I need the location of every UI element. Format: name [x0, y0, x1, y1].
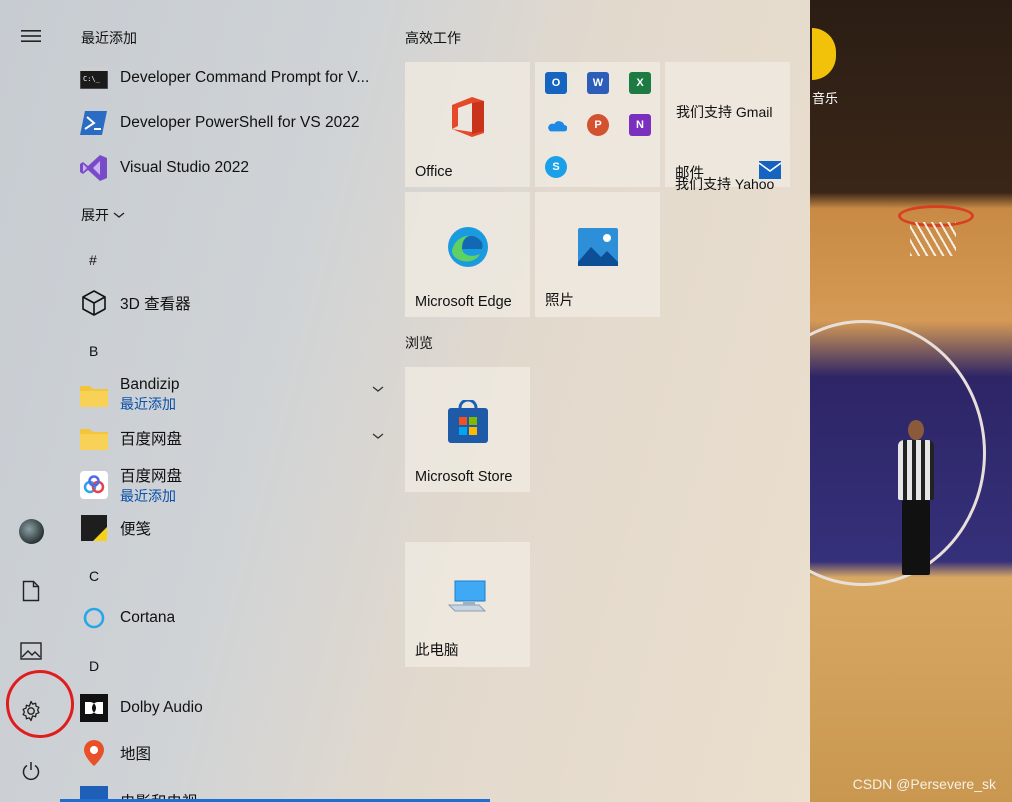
letter-header-d[interactable]: D: [89, 658, 99, 674]
onenote-icon: N: [629, 114, 651, 136]
pictures-button[interactable]: [14, 634, 48, 668]
app-item-dolby-audio[interactable]: Dolby Audio: [80, 690, 390, 726]
app-item-visual-studio[interactable]: Visual Studio 2022: [80, 150, 390, 186]
app-item-sticky-notes[interactable]: 便笺: [80, 510, 390, 546]
recent-tag: 最近添加: [120, 396, 176, 412]
expand-label: 展开: [81, 207, 109, 223]
cube-icon: [80, 289, 108, 317]
tile-label: Office: [415, 164, 453, 180]
app-item-dev-cmd[interactable]: C:\_ Developer Command Prompt for V...: [80, 60, 390, 96]
app-name: Bandizip: [120, 376, 180, 393]
csdn-watermark: CSDN @Persevere_sk: [852, 776, 996, 792]
app-item-3d-viewer[interactable]: 3D 查看器: [80, 285, 390, 321]
app-name: 便笺: [120, 521, 152, 538]
app-name: Cortana: [120, 609, 176, 626]
sticky-notes-icon: [80, 514, 108, 542]
letter-header-b[interactable]: B: [89, 343, 98, 359]
chevron-down-icon: [372, 386, 384, 392]
tile-office[interactable]: Office: [405, 62, 530, 187]
app-name: 百度网盘: [120, 468, 183, 485]
cortana-icon: [80, 604, 108, 632]
hamburger-menu-button[interactable]: [14, 19, 48, 53]
powershell-icon: [80, 109, 108, 137]
app-name: Developer PowerShell for VS 2022: [120, 114, 360, 131]
tile-label: Microsoft Store: [415, 469, 513, 485]
chevron-down-icon: [372, 433, 384, 439]
map-pin-icon: [80, 739, 108, 767]
recent-tag: 最近添加: [120, 488, 176, 504]
tile-microsoft-store[interactable]: Microsoft Store: [405, 367, 530, 492]
tile-office-apps-folder[interactable]: O W X P N S: [535, 62, 660, 187]
tile-this-pc[interactable]: 此电脑: [405, 542, 530, 667]
tile-label: Microsoft Edge: [415, 294, 512, 310]
app-item-cortana[interactable]: Cortana: [80, 600, 390, 636]
power-icon: [22, 762, 40, 781]
app-item-baidu-netdisk[interactable]: 百度网盘 最近添加: [80, 463, 390, 507]
tile-label: 照片: [545, 293, 574, 309]
letter-header-hash[interactable]: #: [89, 252, 97, 268]
referee-figure: [898, 420, 934, 575]
picture-icon: [20, 642, 42, 660]
letter-header-c[interactable]: C: [89, 568, 99, 584]
tiles-area: 高效工作 Office O W X P N S 我们支持 Gmail 邮件 我们…: [405, 0, 810, 802]
tile-microsoft-edge[interactable]: Microsoft Edge: [405, 192, 530, 317]
onedrive-icon: [545, 114, 567, 136]
desktop-wallpaper: [810, 0, 1012, 802]
tile-group-header[interactable]: 高效工作: [405, 28, 461, 48]
start-menu: 最近添加 C:\_ Developer Command Prompt for V…: [0, 0, 810, 802]
svg-text:C:\_: C:\_: [83, 75, 101, 83]
app-item-bandizip-folder[interactable]: Bandizip 最近添加: [80, 373, 390, 417]
tile-group-header[interactable]: 浏览: [405, 333, 433, 353]
app-name: 百度网盘: [120, 431, 183, 448]
mail-icon: [759, 161, 781, 179]
edge-icon: [447, 227, 488, 267]
powerpoint-icon: P: [587, 114, 609, 136]
power-button[interactable]: [14, 754, 48, 788]
app-list: 最近添加 C:\_ Developer Command Prompt for V…: [62, 0, 388, 802]
baidu-netdisk-icon: [80, 471, 108, 499]
app-name: Visual Studio 2022: [120, 159, 249, 176]
app-item-dev-powershell[interactable]: Developer PowerShell for VS 2022: [80, 105, 390, 141]
app-name: 3D 查看器: [120, 296, 191, 313]
tile-label: 此电脑: [415, 643, 459, 659]
recent-header: 最近添加: [81, 30, 137, 46]
photos-icon: [577, 228, 618, 266]
excel-icon: X: [629, 72, 651, 94]
gmail-support-text: 我们支持 Gmail: [676, 104, 773, 120]
outlook-icon: O: [545, 72, 567, 94]
hamburger-icon: [21, 30, 41, 42]
folder-icon: [80, 424, 108, 452]
documents-button[interactable]: [14, 574, 48, 608]
expand-button[interactable]: 展开: [81, 205, 125, 225]
app-item-maps[interactable]: 地图: [80, 735, 390, 771]
document-icon: [22, 580, 40, 602]
word-icon: W: [587, 72, 609, 94]
app-name: Developer Command Prompt for V...: [120, 69, 370, 86]
user-avatar[interactable]: [19, 519, 44, 544]
basketball-net: [910, 222, 956, 256]
tile-mail[interactable]: 我们支持 Gmail 邮件 我们支持 Yahoo: [665, 62, 790, 192]
app-item-baidu-folder[interactable]: 百度网盘: [80, 420, 390, 456]
app-name: Dolby Audio: [120, 699, 203, 716]
store-icon: [447, 400, 488, 443]
chevron-down-icon: [113, 212, 125, 218]
dolby-icon: [80, 694, 108, 722]
command-prompt-icon: C:\_: [80, 64, 108, 92]
computer-icon: [447, 580, 486, 612]
folder-icon: [80, 381, 108, 409]
tile-photos[interactable]: 照片: [535, 192, 660, 317]
music-desktop-label[interactable]: 音乐: [810, 88, 838, 107]
skype-icon: S: [545, 156, 567, 178]
visual-studio-icon: [80, 154, 108, 182]
office-icon: [451, 97, 484, 137]
app-name: 地图: [120, 746, 152, 763]
